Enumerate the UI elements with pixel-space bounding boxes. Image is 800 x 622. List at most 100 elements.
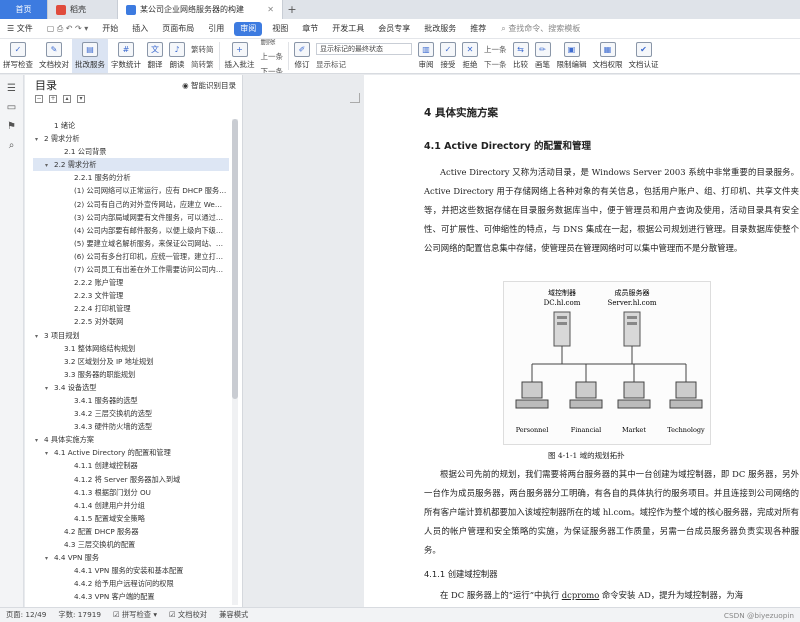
show-markup-button[interactable]: 显示标记	[316, 59, 412, 70]
toc-item[interactable]: 2.2.3 文件管理	[33, 289, 229, 302]
delete-comment-button[interactable]: 删除	[261, 39, 284, 47]
toc-item[interactable]: 4.3 三层交换机的配置	[33, 538, 229, 551]
menu-item-member[interactable]: 会员专享	[371, 19, 417, 38]
toc-item[interactable]: 3.4.3 硬件防火墙的选型	[33, 420, 229, 433]
toc-item[interactable]: 2.2.1 服务的分析	[33, 171, 229, 184]
menu-item-section[interactable]: 章节	[295, 19, 325, 38]
simp-to-trad-button[interactable]: 简转繁	[191, 59, 214, 70]
menu-item-correction[interactable]: 批改服务	[417, 19, 463, 38]
menu-item-reference[interactable]: 引用	[201, 19, 231, 38]
menu-icon[interactable]: ☰ 文件	[0, 19, 40, 38]
next-comment-button[interactable]: 下一条	[261, 66, 284, 73]
restrict-edit-button[interactable]: ▣ 限制编辑	[554, 39, 590, 73]
quick-access-icons[interactable]: ▢ ⎙ ↶ ↷ ▾	[40, 19, 96, 38]
accept-button[interactable]: ✓ 接受	[437, 39, 459, 73]
toc-item[interactable]: ▾ 3.4 设备选型	[33, 381, 229, 394]
toc-item[interactable]: ▾ 2 需求分析	[33, 132, 229, 145]
batch-review-button[interactable]: ▤ 批改服务	[72, 39, 108, 73]
toc-item[interactable]: 4.1.1 创建域控制器	[33, 459, 229, 472]
toc-item[interactable]: ▾ 2.2 需求分析	[33, 158, 229, 172]
new-tab-icon[interactable]: +	[283, 3, 301, 16]
toc-item[interactable]: 4.1.3 根据部门划分 OU	[33, 486, 229, 499]
menu-item-view[interactable]: 视图	[265, 19, 295, 38]
toc-item[interactable]: ▾ 4.4 VPN 服务	[33, 551, 229, 564]
toc-item[interactable]: 4.4.3 VPN 客户端的配置	[33, 590, 229, 603]
toc-item[interactable]: 4.2 配置 DHCP 服务器	[33, 525, 229, 538]
page-indicator[interactable]: 页面: 12/49	[6, 610, 46, 620]
tab-docer[interactable]: 稻壳	[48, 0, 118, 19]
next-change-button[interactable]: 下一条	[484, 59, 507, 70]
toc-item[interactable]: (1) 公司网络可以正常运行，应有 DHCP 服务…	[33, 184, 229, 197]
toc-item[interactable]: 1 绪论	[33, 119, 229, 132]
toc-item[interactable]: 4.4.2 给予用户远程访问的权限	[33, 577, 229, 590]
toc-expand-arrow[interactable]: ▾	[35, 434, 44, 446]
toc-item[interactable]: 2.1 公司背景	[33, 145, 229, 158]
doc-proof-status[interactable]: ☑ 文档校对	[169, 610, 207, 620]
level-up-icon[interactable]: ▴	[63, 95, 71, 103]
doc-auth-button[interactable]: ✔ 文档认证	[626, 39, 662, 73]
toc-item[interactable]: ▾ 3 项目规划	[33, 329, 229, 342]
word-count-button[interactable]: # 字数统计	[108, 39, 144, 73]
toc-item[interactable]: ▾ 4 具体实施方案	[33, 433, 229, 446]
toc-item[interactable]: 4.4.1 VPN 服务的安装和基本配置	[33, 564, 229, 577]
menu-item-review[interactable]: 审阅	[234, 21, 263, 36]
document-page[interactable]: 4 具体实施方案 4.1 Active Directory 的配置和管理 Act…	[350, 75, 800, 607]
toc-icon[interactable]: ☰	[6, 83, 17, 94]
toc-item[interactable]: 3.1 整体网络结构规划	[33, 342, 229, 355]
prev-change-button[interactable]: 上一条	[484, 44, 507, 55]
toc-item[interactable]: (2) 公司有自己的对外宣传网站，应建立 We…	[33, 198, 229, 211]
tab-document[interactable]: 某公司企业网络服务器的构建 ✕	[118, 0, 283, 19]
menu-file[interactable]: 文件	[17, 23, 33, 34]
pages-icon[interactable]: ▭	[6, 102, 17, 113]
collapse-icon[interactable]: −	[35, 95, 43, 103]
toc-expand-arrow[interactable]: ▾	[45, 159, 54, 171]
toc-expand-arrow[interactable]: ▾	[45, 382, 54, 394]
toc-scrollbar[interactable]	[232, 119, 238, 605]
toc-expand-arrow[interactable]: ▾	[35, 330, 44, 342]
toc-item[interactable]: 2.2.5 对外联网	[33, 315, 229, 328]
level-down-icon[interactable]: ▾	[77, 95, 85, 103]
menu-item-layout[interactable]: 页面布局	[155, 19, 201, 38]
menu-item-devtools[interactable]: 开发工具	[325, 19, 371, 38]
toc-item[interactable]: ▾ 4.1 Active Directory 的配置和管理	[33, 446, 229, 459]
menu-item-start[interactable]: 开始	[95, 19, 125, 38]
find-icon[interactable]: ⌕	[6, 140, 17, 151]
read-aloud-button[interactable]: ♪ 朗读	[166, 39, 188, 73]
markup-state-select[interactable]: 显示标记的最终状态	[316, 43, 412, 55]
review-button[interactable]: ▥ 审阅	[415, 39, 437, 73]
toc-item[interactable]: 3.2 区域划分及 IP 地址规划	[33, 355, 229, 368]
spell-check-status[interactable]: ☑ 拼写检查 ▾	[113, 610, 157, 620]
menu-item-recommend[interactable]: 推荐	[463, 19, 493, 38]
translate-button[interactable]: 文翻译	[144, 39, 166, 73]
toc-item[interactable]: 3.4.1 服务器的选型	[33, 394, 229, 407]
toc-item[interactable]: (4) 公司内部要有邮件服务，以便上级向下级…	[33, 224, 229, 237]
toc-item[interactable]: 4.1.4 创建用户并分组	[33, 499, 229, 512]
toc-scroll-thumb[interactable]	[232, 119, 238, 399]
toc-expand-arrow[interactable]: ▾	[35, 133, 44, 145]
doc-permission-button[interactable]: ▦ 文档权限	[590, 39, 626, 73]
prev-comment-button[interactable]: 上一条	[261, 51, 284, 62]
toc-item[interactable]: (5) 要建立域名解析服务，来保证公司网站、…	[33, 237, 229, 250]
menu-item-insert[interactable]: 插入	[125, 19, 155, 38]
pen-button[interactable]: ✏ 画笔	[532, 39, 554, 73]
smart-toc-button[interactable]: ◉ 智能识别目录	[182, 80, 236, 91]
toc-item[interactable]: 2.2.2 账户管理	[33, 276, 229, 289]
reject-button[interactable]: ✕ 拒绝	[459, 39, 481, 73]
insert-comment-button[interactable]: + 插入批注	[222, 39, 258, 73]
bookmark-icon[interactable]: ⚑	[6, 121, 17, 132]
compare-button[interactable]: ⇆ 比较	[510, 39, 532, 73]
toc-expand-arrow[interactable]: ▾	[45, 447, 54, 459]
tab-home[interactable]: 首页	[0, 0, 48, 19]
toc-item[interactable]: 4.1.5 配置域安全策略	[33, 512, 229, 525]
word-count-indicator[interactable]: 字数: 17919	[58, 610, 101, 620]
close-tab-icon[interactable]: ✕	[267, 5, 274, 14]
doc-proof-button[interactable]: ✎ 文档校对	[36, 39, 72, 73]
toc-item[interactable]: (6) 公司有多台打印机，应统一管理，建立打印…	[33, 250, 229, 263]
toc-expand-arrow[interactable]: ▾	[45, 552, 54, 564]
revise-button[interactable]: ✐ 修订	[291, 39, 313, 73]
toc-item[interactable]: (7) 公司员工有出差在外工作需要访问公司内…	[33, 263, 229, 276]
command-search[interactable]: ⌕ 查找命令、搜索模板	[501, 23, 580, 34]
toc-item[interactable]: 3.4.2 三层交换机的选型	[33, 407, 229, 420]
spell-check-button[interactable]: ✓ 拼写检查	[0, 39, 36, 73]
trad-to-simp-button[interactable]: 繁转简	[191, 44, 214, 55]
